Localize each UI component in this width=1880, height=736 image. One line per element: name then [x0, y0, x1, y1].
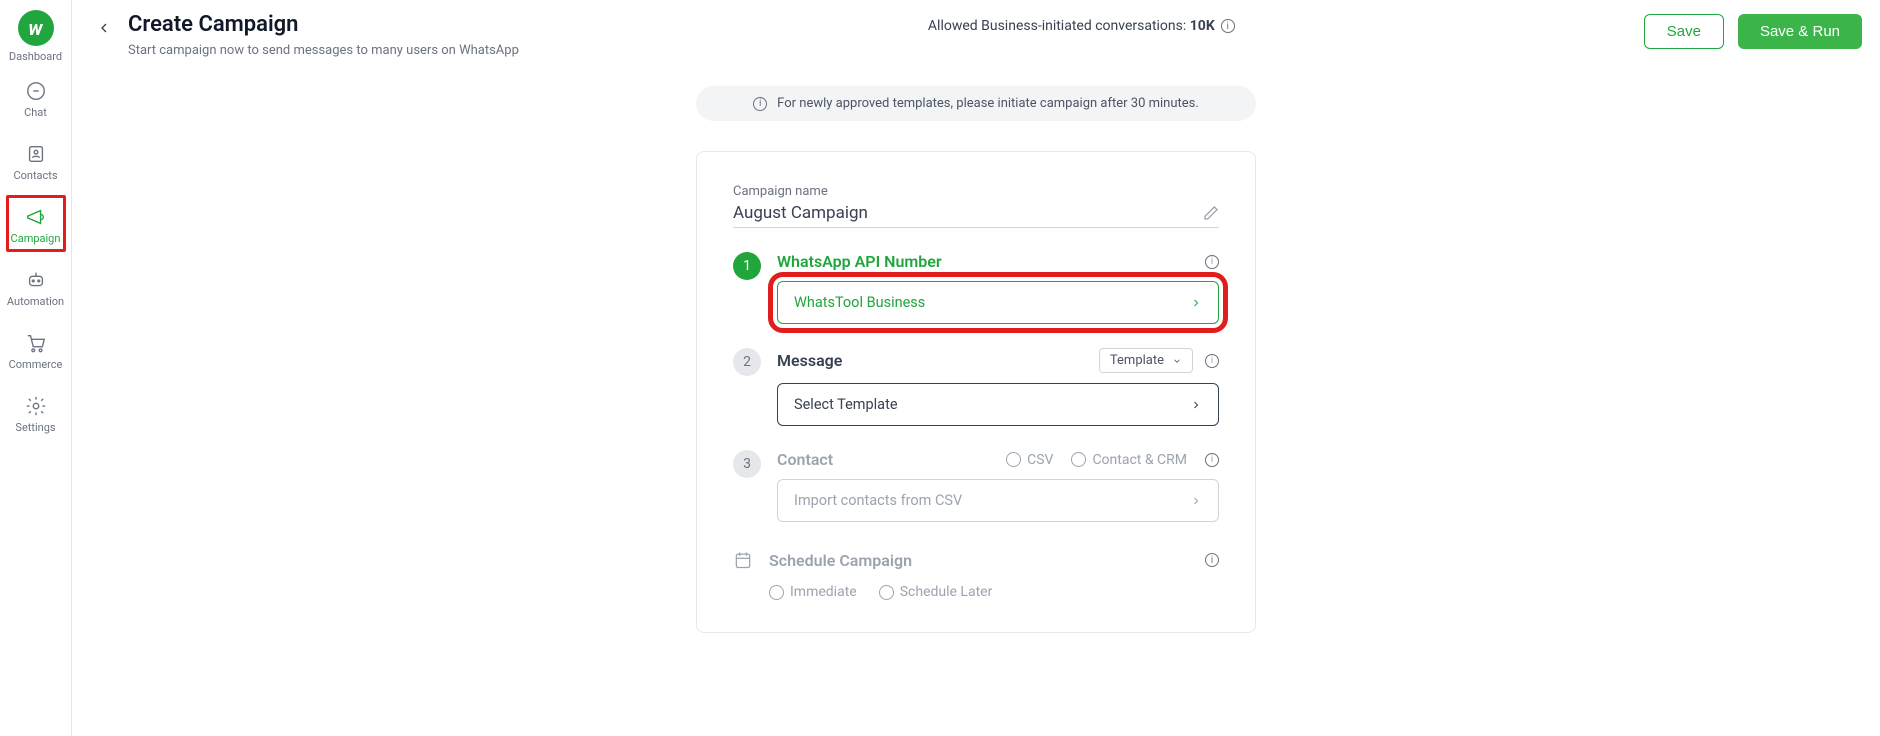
main-content: Create Campaign Start campaign now to se…	[72, 0, 1880, 736]
chevron-right-icon	[1190, 495, 1202, 507]
gear-icon	[25, 395, 47, 417]
back-button[interactable]	[90, 14, 118, 42]
cart-icon	[25, 332, 47, 354]
radio-icon	[1071, 452, 1086, 467]
header-center: Allowed Business-initiated conversations…	[529, 18, 1634, 34]
radio-icon	[879, 585, 894, 600]
radio-label: Schedule Later	[900, 584, 993, 600]
nav-label: Commerce	[9, 358, 63, 371]
step-whatsapp-number: 1 WhatsApp API Number i WhatsTool Busine…	[733, 252, 1219, 324]
page-title: Create Campaign	[128, 12, 519, 37]
contacts-icon	[25, 143, 47, 165]
robot-icon	[25, 269, 47, 291]
allowed-prefix: Allowed Business-initiated conversations…	[928, 18, 1190, 34]
info-icon[interactable]: i	[1205, 553, 1219, 567]
nav-label: Contacts	[13, 169, 57, 182]
contact-option-crm[interactable]: Contact & CRM	[1071, 452, 1187, 468]
banner-text: For newly approved templates, please ini…	[777, 96, 1199, 111]
message-type-value: Template	[1110, 353, 1164, 368]
calendar-icon	[733, 550, 753, 570]
radio-icon	[769, 585, 784, 600]
campaign-name-value[interactable]: August Campaign	[733, 203, 1203, 223]
chat-icon	[25, 80, 47, 102]
contact-option-csv[interactable]: CSV	[1006, 452, 1053, 468]
radio-label: Immediate	[790, 584, 857, 600]
campaign-name-label: Campaign name	[733, 184, 1219, 199]
template-select[interactable]: Select Template	[777, 383, 1219, 426]
schedule-options: Immediate Schedule Later	[769, 584, 1219, 600]
import-contacts-select[interactable]: Import contacts from CSV	[777, 479, 1219, 522]
schedule-option-later[interactable]: Schedule Later	[879, 584, 993, 600]
chevron-right-icon	[1190, 399, 1202, 411]
nav-label: Automation	[7, 295, 64, 308]
radio-label: CSV	[1027, 452, 1053, 468]
save-run-button[interactable]: Save & Run	[1738, 14, 1862, 49]
nav-item-settings[interactable]: Settings	[6, 384, 66, 441]
info-icon[interactable]: i	[1221, 19, 1235, 33]
nav-label: Settings	[15, 421, 55, 434]
save-button[interactable]: Save	[1644, 14, 1724, 49]
info-icon[interactable]: i	[1205, 354, 1219, 368]
title-block: Create Campaign Start campaign now to se…	[128, 12, 519, 58]
nav-label: Campaign	[11, 232, 61, 245]
whatsapp-number-value: WhatsTool Business	[794, 294, 925, 311]
nav-item-contacts[interactable]: Contacts	[6, 132, 66, 189]
template-placeholder: Select Template	[794, 396, 898, 413]
step-contact: 3 Contact CSV Contact	[733, 450, 1219, 522]
page-subtitle: Start campaign now to send messages to m…	[128, 43, 519, 58]
info-icon[interactable]: i	[1205, 255, 1219, 269]
nav-item-campaign[interactable]: Campaign	[6, 195, 66, 252]
page-header: Create Campaign Start campaign now to se…	[72, 0, 1880, 66]
whatsapp-number-select[interactable]: WhatsTool Business	[777, 281, 1219, 324]
info-icon: i	[753, 97, 767, 111]
megaphone-icon	[25, 206, 47, 228]
brand-logo: w	[18, 10, 54, 46]
schedule-section: Schedule Campaign i	[733, 550, 1219, 570]
step-1-title: WhatsApp API Number	[777, 252, 942, 271]
step-3-title: Contact	[777, 450, 833, 469]
step-message: 2 Message Template i	[733, 348, 1219, 426]
schedule-option-immediate[interactable]: Immediate	[769, 584, 857, 600]
import-placeholder: Import contacts from CSV	[794, 492, 962, 509]
step-number-1: 1	[733, 252, 761, 280]
radio-icon	[1006, 452, 1021, 467]
info-banner: i For newly approved templates, please i…	[696, 86, 1256, 121]
chevron-down-icon	[1172, 356, 1182, 366]
header-actions: Save Save & Run	[1644, 14, 1862, 49]
pencil-icon[interactable]	[1203, 205, 1219, 221]
nav-item-commerce[interactable]: Commerce	[6, 321, 66, 378]
radio-label: Contact & CRM	[1092, 452, 1187, 468]
sidebar: w Dashboard Chat Contacts Campaign Autom…	[0, 0, 72, 736]
nav-item-automation[interactable]: Automation	[6, 258, 66, 315]
nav-label: Chat	[24, 106, 47, 119]
content-area: i For newly approved templates, please i…	[72, 66, 1880, 653]
message-type-select[interactable]: Template	[1099, 348, 1193, 373]
schedule-title: Schedule Campaign	[769, 551, 912, 570]
nav-label-dashboard[interactable]: Dashboard	[9, 50, 62, 63]
campaign-form-card: Campaign name August Campaign 1 WhatsApp…	[696, 151, 1256, 633]
chevron-right-icon	[1190, 297, 1202, 309]
allowed-conversations: Allowed Business-initiated conversations…	[928, 18, 1215, 34]
step-2-title: Message	[777, 351, 842, 370]
step-number-2: 2	[733, 348, 761, 376]
allowed-value: 10K	[1190, 18, 1215, 34]
info-icon[interactable]: i	[1205, 453, 1219, 467]
campaign-name-field: Campaign name August Campaign	[733, 184, 1219, 228]
nav-item-chat[interactable]: Chat	[6, 69, 66, 126]
step-number-3: 3	[733, 450, 761, 478]
